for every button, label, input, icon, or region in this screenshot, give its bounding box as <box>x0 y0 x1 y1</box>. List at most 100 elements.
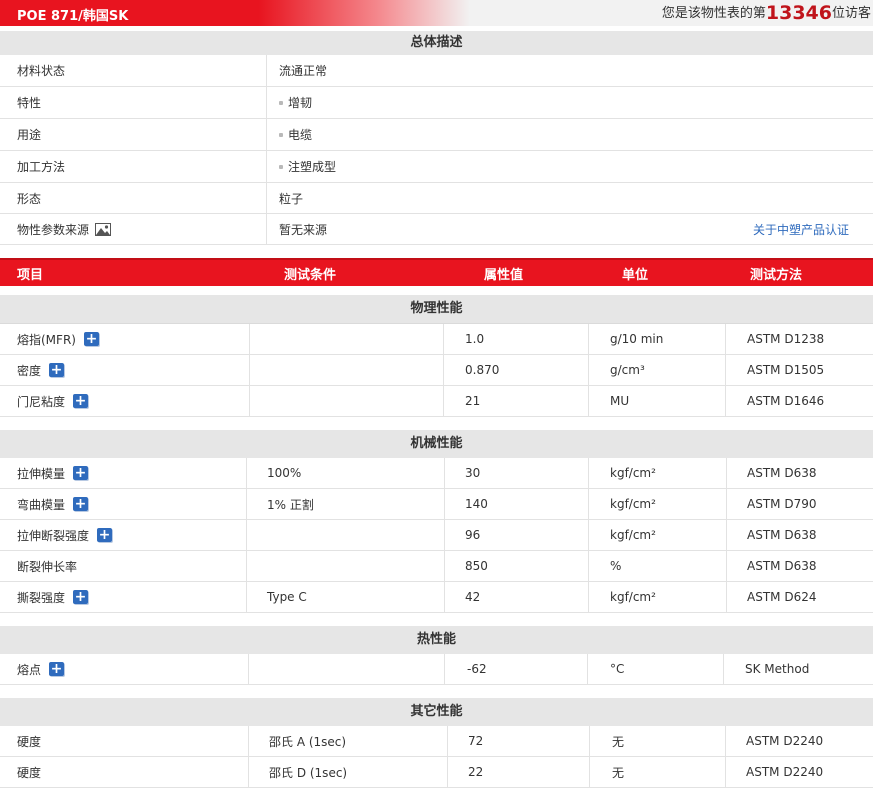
plus-icon[interactable]: + <box>49 662 65 676</box>
test-method: ASTM D638 <box>726 458 816 488</box>
property-value: 22 <box>447 757 483 787</box>
physical-heading: 物理性能 <box>0 295 873 324</box>
test-condition <box>248 654 267 684</box>
overview-label: 物性参数来源 <box>17 214 112 244</box>
property-value: 72 <box>447 726 483 756</box>
property-name: 断裂伸长率 <box>17 559 78 574</box>
thermal-heading: 热性能 <box>0 626 873 655</box>
property-unit: kgf/cm² <box>588 489 656 519</box>
overview-row: 用途 电缆 <box>0 119 873 151</box>
overview-label: 材料状态 <box>17 64 66 78</box>
property-name: 熔指(MFR) + <box>17 331 99 347</box>
overview-value: 流通正常 <box>266 55 327 86</box>
property-value: -62 <box>444 654 487 684</box>
test-method: ASTM D790 <box>726 489 816 519</box>
overview-heading: 总体描述 <box>0 31 873 56</box>
test-method: ASTM D1238 <box>725 324 824 354</box>
property-name: 门尼粘度 + <box>17 393 89 409</box>
test-condition <box>246 520 267 550</box>
plus-icon[interactable]: + <box>49 363 65 377</box>
table-row: 弯曲模量 + 1% 正割 140 kgf/cm² ASTM D790 <box>0 489 873 520</box>
bullet-icon <box>279 164 283 169</box>
property-unit: 无 <box>589 726 624 756</box>
table-row: 撕裂强度 + Type C 42 kgf/cm² ASTM D624 <box>0 582 873 613</box>
test-condition <box>249 324 267 354</box>
test-method: ASTM D1505 <box>725 355 824 385</box>
table-row: 熔点 + -62 °C SK Method <box>0 654 873 685</box>
property-unit: kgf/cm² <box>588 458 656 488</box>
test-method: ASTM D2240 <box>725 757 823 787</box>
test-condition: 1% 正割 <box>246 489 314 519</box>
property-name: 弯曲模量 + <box>17 496 89 512</box>
visitor-suffix: 位访客 <box>831 6 871 21</box>
property-value: 1.0 <box>443 324 484 354</box>
property-unit: kgf/cm² <box>588 520 656 550</box>
plus-icon[interactable]: + <box>73 590 89 604</box>
property-unit: °C <box>587 654 624 684</box>
test-condition: 邵氏 A (1sec) <box>248 726 346 756</box>
table-header: 项目 测试条件 属性值 单位 测试方法 <box>0 258 873 286</box>
header-method: 测试方法 <box>750 267 803 283</box>
header-condition: 测试条件 <box>284 267 337 283</box>
property-value: 0.870 <box>443 355 499 385</box>
property-unit: MU <box>588 386 629 416</box>
property-unit: g/10 min <box>588 324 663 354</box>
test-method: ASTM D1646 <box>725 386 824 416</box>
table-row: 门尼粘度 + 21 MU ASTM D1646 <box>0 386 873 417</box>
plus-icon[interactable]: + <box>97 528 113 542</box>
plus-icon[interactable]: + <box>73 497 89 511</box>
overview-value: 暂无来源 <box>266 214 327 244</box>
overview-label: 特性 <box>17 96 42 110</box>
test-method: ASTM D638 <box>726 520 816 550</box>
table-row: 拉伸断裂强度 + 96 kgf/cm² ASTM D638 <box>0 520 873 551</box>
property-value: 850 <box>444 551 488 581</box>
header-value: 属性值 <box>484 267 524 283</box>
test-condition <box>246 551 267 581</box>
overview-label: 加工方法 <box>17 160 66 174</box>
overview-row: 加工方法 注塑成型 <box>0 151 873 183</box>
property-value: 140 <box>444 489 488 519</box>
other-heading: 其它性能 <box>0 698 873 727</box>
property-name: 撕裂强度 + <box>17 589 89 605</box>
test-condition <box>249 355 267 385</box>
property-unit: kgf/cm² <box>588 582 656 612</box>
overview-value: 电缆 <box>266 119 312 150</box>
table-row: 断裂伸长率 850 % ASTM D638 <box>0 551 873 582</box>
header-unit: 单位 <box>622 267 649 283</box>
plus-icon[interactable]: + <box>73 394 89 408</box>
visitor-counter: 您是该物性表的第13346位访客 <box>662 2 871 24</box>
plus-icon[interactable]: + <box>83 332 99 346</box>
test-condition: 邵氏 D (1sec) <box>248 757 347 787</box>
table-row: 硬度 邵氏 D (1sec) 22 无 ASTM D2240 <box>0 757 873 788</box>
property-unit: g/cm³ <box>588 355 645 385</box>
property-name: 硬度 <box>17 734 42 749</box>
table-row: 拉伸模量 + 100% 30 kgf/cm² ASTM D638 <box>0 458 873 489</box>
property-name: 拉伸断裂强度 + <box>17 527 113 543</box>
product-title: POE 871/韩国SK <box>17 9 129 24</box>
visitor-count: 13346 <box>765 2 832 24</box>
overview-row: 特性 增韧 <box>0 87 873 119</box>
overview-row: 材料状态 流通正常 <box>0 55 873 87</box>
certification-link[interactable]: 关于中塑产品认证 <box>753 214 849 244</box>
property-name: 拉伸模量 + <box>17 465 89 481</box>
mechanical-heading: 机械性能 <box>0 430 873 459</box>
overview-label: 形态 <box>17 191 42 206</box>
property-name: 硬度 <box>17 765 42 780</box>
overview-value: 注塑成型 <box>266 151 336 182</box>
test-method: ASTM D638 <box>726 551 816 581</box>
test-condition: Type C <box>246 582 307 612</box>
property-unit: % <box>588 551 621 581</box>
title-tab: POE 871/韩国SK <box>0 0 470 26</box>
test-method: SK Method <box>723 654 809 684</box>
property-value: 42 <box>444 582 480 612</box>
header-item: 项目 <box>17 267 44 283</box>
table-row: 熔指(MFR) + 1.0 g/10 min ASTM D1238 <box>0 324 873 355</box>
bullet-icon <box>279 100 283 105</box>
overview-value: 粒子 <box>266 183 303 213</box>
property-value: 96 <box>444 520 480 550</box>
property-value: 30 <box>444 458 480 488</box>
image-icon[interactable] <box>95 222 112 236</box>
property-name: 密度 + <box>17 362 65 378</box>
overview-label: 用途 <box>17 128 42 142</box>
plus-icon[interactable]: + <box>73 466 89 480</box>
